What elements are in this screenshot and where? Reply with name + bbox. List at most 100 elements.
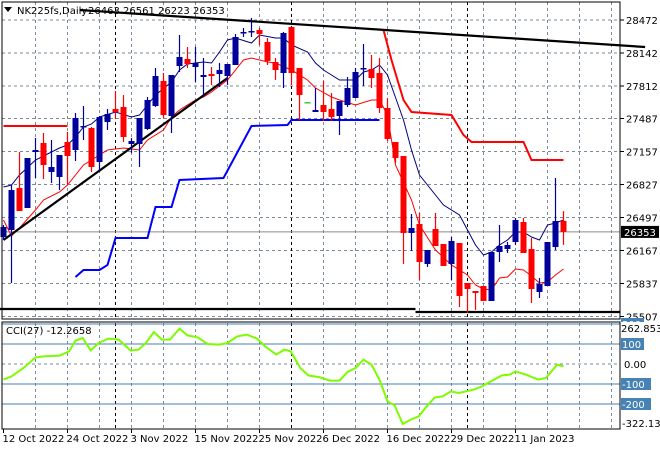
candle-body [344,88,351,105]
cci-title: CCI(27) -12.2658 [6,326,92,337]
candle-body [552,221,559,247]
candle-body [232,37,239,65]
candle-body [320,105,327,112]
candle-body [56,155,63,177]
candle-body [208,74,215,76]
candle-body [176,57,183,66]
candle-body [544,242,551,286]
candle-body [336,101,343,116]
price-tick-label: 27487 [626,115,658,126]
cci-line [3,327,564,426]
cci-level-label: -100 [622,380,645,391]
dropdown-triangle-icon[interactable] [4,7,12,12]
candle-body [184,59,191,64]
candle-body [256,30,263,34]
price-tick-label: 26167 [626,247,658,258]
cci-zero-label: 0.00 [624,360,646,371]
price-tick-label: 27157 [626,148,658,159]
candle-body [216,70,223,74]
price-tick-label: 26827 [626,181,658,192]
price-tick-label: 26497 [626,214,658,225]
symbol-label: NK225fs,Daily [17,6,87,17]
lower-step-line [74,119,380,278]
candle-body [64,142,71,156]
candle-body [152,76,159,106]
ohlc-label: 26463 26561 26223 26353 [88,6,225,17]
candle-body [536,284,543,292]
date-label: 6 Dec 2022 [323,434,381,445]
candle-body [448,241,455,264]
candle-body [392,142,399,158]
candle-body [168,75,175,116]
candle-body [280,33,287,73]
candle-body [104,114,111,122]
date-label: 15 Nov 2022 [195,434,259,445]
price-pane-border [1,1,621,320]
price-tick-label: 25837 [626,280,658,291]
date-label: 24 Oct 2022 [67,434,129,445]
candle-body [248,31,255,33]
candle-body [96,117,103,162]
cci-level-label: 100 [622,340,641,351]
candle-body [264,42,271,61]
candle-body [200,75,207,77]
candle-body [48,167,55,172]
cci-pane [2,323,620,426]
candle-body [432,229,439,246]
candle-body [240,32,247,34]
candle-body [304,102,311,104]
candle-body [480,286,487,301]
candle-body [40,143,47,165]
candle-body [488,252,495,301]
candle-body [512,220,519,242]
candle-body [504,245,511,249]
candle-body [16,188,23,211]
candles [0,18,567,313]
candle-body [24,158,31,208]
date-label: 29 Dec 2022 [451,434,515,445]
candle-body [520,222,527,253]
candle-body [136,118,143,144]
candle-body [424,250,431,264]
slow-moving-average [3,57,564,291]
candle-body [144,100,151,129]
candle-body [496,246,503,252]
cci-max-label: 262.8534 [621,324,660,335]
candle-body [368,69,375,78]
candle-body [32,150,39,152]
date-label: 11 Jan 2023 [515,434,575,445]
price-tick-label: 28472 [626,16,658,27]
chart-header: NK225fs,Daily 26463 26561 26223 26353 [4,6,225,17]
candle-body [88,128,95,167]
cci-level-label: -200 [622,400,645,411]
candle-body [160,81,167,115]
trading-chart[interactable]: 28472 28142 27812 27487 27157 26827 26497 26167… [0,0,660,450]
candle-body [272,62,279,70]
candle-body [384,108,391,139]
candle-body [456,243,463,296]
candle-body [464,283,471,289]
current-price-label: 26353 [624,228,656,239]
candle-body [376,73,383,108]
candle-body [360,68,367,70]
candle-body [528,249,535,289]
candle-body [352,72,359,98]
candle-body [192,63,199,67]
candle-body [80,126,87,128]
candle-body [0,227,7,237]
upper-step-line [382,29,564,161]
candle-body [120,107,127,137]
price-tick-label: 27812 [626,82,658,93]
candle-body [224,64,231,76]
candle-body [128,141,135,144]
candle-body [400,156,407,233]
date-label: 16 Dec 2022 [387,434,451,445]
candle-body [288,27,295,73]
date-label: 3 Nov 2022 [131,434,189,445]
candle-body [416,224,423,262]
candle-body [312,110,319,112]
candle-body [8,190,15,230]
candle-body [328,109,335,117]
date-label: 12 Oct 2022 [3,434,65,445]
candle-body [72,118,79,150]
